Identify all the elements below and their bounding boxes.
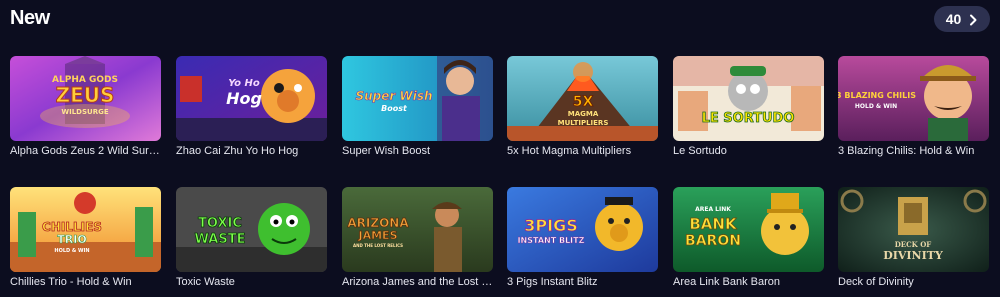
logo-line: JAMES (358, 229, 398, 242)
logo-line: ARIZONA (347, 216, 409, 230)
game-card[interactable]: CHILLIES TRIO HOLD & WIN Chillies Trio -… (10, 187, 161, 289)
logo-line: BARON (685, 233, 741, 249)
game-card[interactable]: 3 BLAZING CHILIS HOLD & WIN 3 Blazing Ch… (838, 56, 989, 158)
logo-line: 3 BLAZING CHILIS (838, 91, 916, 100)
logo-line: MAGMA (568, 110, 599, 118)
logo-line: AND THE LOST RELICS (353, 243, 403, 248)
game-card[interactable]: 5X MAGMA MULTIPLIERS 5x Hot Magma Multip… (507, 56, 658, 158)
logo-line: AREA LINK (695, 206, 731, 213)
logo-line: CHILLIES (42, 220, 102, 234)
game-thumbnail[interactable]: LE SORTUDO (673, 56, 824, 141)
game-thumbnail[interactable]: DECK OF DIVINITY (838, 187, 989, 272)
logo-line: Hog (226, 89, 262, 108)
game-card[interactable]: LE SORTUDO Le Sortudo (673, 56, 824, 158)
game-thumbnail[interactable]: 3 BLAZING CHILIS HOLD & WIN (838, 56, 989, 141)
logo-line: Yo Ho (228, 78, 260, 89)
game-card[interactable]: ARIZONA JAMES AND THE LOST RELICS Arizon… (342, 187, 493, 289)
game-card[interactable]: Yo Ho Hog Zhao Cai Zhu Yo Ho Hog (176, 56, 327, 158)
chevron-right-icon (968, 13, 978, 26)
view-all-button[interactable]: 40 (934, 6, 990, 32)
logo-line: ZEUS (56, 83, 115, 107)
logo-line: Boost (381, 104, 408, 113)
logo-line: WASTE (195, 232, 246, 247)
game-thumbnail[interactable]: Super Wish Boost (342, 56, 493, 141)
logo-line: HOLD & WIN (855, 103, 897, 110)
game-card[interactable]: DECK OF DIVINITY Deck of Divinity (838, 187, 989, 289)
game-title[interactable]: Chillies Trio - Hold & Win (10, 275, 161, 289)
game-card[interactable]: TOXIC WASTE Toxic Waste (176, 187, 327, 289)
game-thumbnail[interactable]: ARIZONA JAMES AND THE LOST RELICS (342, 187, 493, 272)
game-title[interactable]: Le Sortudo (673, 144, 824, 158)
game-card[interactable]: AREA LINK BANK BARON Area Link Bank Baro… (673, 187, 824, 289)
logo-line: 5X (573, 94, 594, 110)
logo-line: MULTIPLIERS (558, 119, 609, 127)
logo-line: WILDSURGE (61, 108, 108, 116)
game-title[interactable]: Zhao Cai Zhu Yo Ho Hog (176, 144, 327, 158)
game-thumbnail[interactable]: AREA LINK BANK BARON (673, 187, 824, 272)
game-thumbnail[interactable]: 3PIGS INSTANT BLITZ (507, 187, 658, 272)
game-card[interactable]: ALPHA GODS ZEUS WILDSURGE Alpha Gods Zeu… (10, 56, 161, 158)
logo-line: TOXIC (198, 216, 242, 231)
game-thumbnail[interactable]: ALPHA GODS ZEUS WILDSURGE (10, 56, 161, 141)
game-title[interactable]: Area Link Bank Baron (673, 275, 824, 289)
game-title[interactable]: 3 Pigs Instant Blitz (507, 275, 658, 289)
game-count: 40 (945, 11, 962, 27)
game-thumbnail[interactable]: TOXIC WASTE (176, 187, 327, 272)
game-card[interactable]: 3PIGS INSTANT BLITZ 3 Pigs Instant Blitz (507, 187, 658, 289)
section-header: New 40 (0, 0, 1000, 40)
logo-line: TRIO (57, 233, 86, 246)
section-title: New (10, 7, 50, 29)
game-title[interactable]: Alpha Gods Zeus 2 Wild Surge (10, 144, 161, 158)
logo-line: LE SORTUDO (702, 111, 795, 126)
logo-line: DECK OF (895, 240, 932, 249)
logo-line: INSTANT BLITZ (518, 236, 585, 245)
logo-line: Super Wish (355, 89, 432, 103)
logo-line: BANK (689, 215, 738, 233)
game-title[interactable]: Toxic Waste (176, 275, 327, 289)
game-thumbnail[interactable]: 5X MAGMA MULTIPLIERS (507, 56, 658, 141)
logo-line: DIVINITY (883, 249, 943, 262)
game-title[interactable]: 5x Hot Magma Multipliers (507, 144, 658, 158)
game-card[interactable]: Super Wish Boost Super Wish Boost (342, 56, 493, 158)
game-title[interactable]: Deck of Divinity (838, 275, 989, 289)
logo-line: 3PIGS (524, 216, 577, 235)
logo-line: HOLD & WIN (54, 248, 89, 254)
game-thumbnail[interactable]: CHILLIES TRIO HOLD & WIN (10, 187, 161, 272)
game-title[interactable]: Super Wish Boost (342, 144, 493, 158)
game-title[interactable]: 3 Blazing Chilis: Hold & Win (838, 144, 989, 158)
game-thumbnail[interactable]: Yo Ho Hog (176, 56, 327, 141)
game-title[interactable]: Arizona James and the Lost R... (342, 275, 493, 289)
